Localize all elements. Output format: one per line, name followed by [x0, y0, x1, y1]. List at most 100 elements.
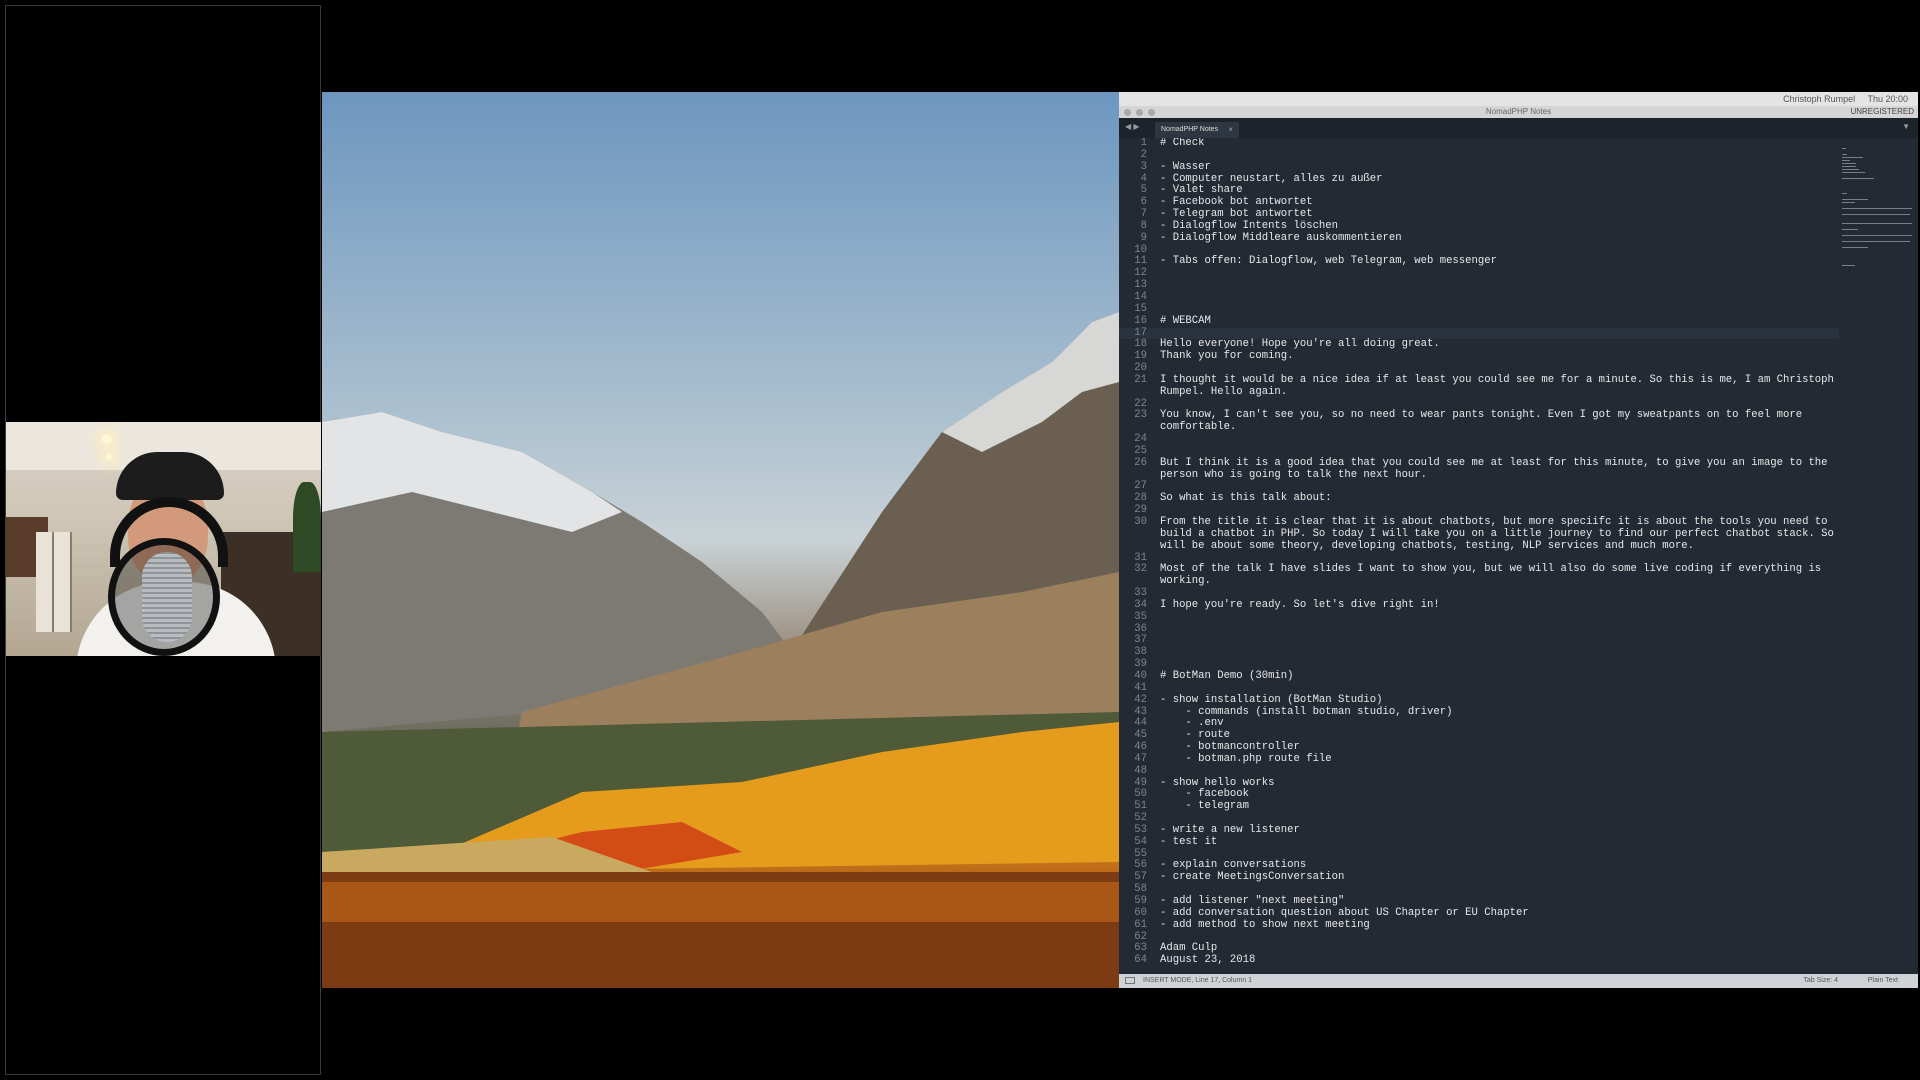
code-line[interactable]: 3 - Wasser [1119, 160, 1839, 174]
code-line[interactable]: 51 - telegram [1119, 800, 1839, 813]
line-number: 35 [1134, 610, 1147, 623]
code-line[interactable]: 41 [1119, 681, 1839, 695]
code-line[interactable]: 19 Thank you for coming. [1119, 350, 1839, 363]
code-line[interactable]: 2 [1119, 148, 1839, 162]
code-line[interactable]: working. [1119, 575, 1839, 588]
code-line[interactable]: 54 - test it [1119, 835, 1839, 849]
sublime-editor-window: NomadPHP Notes UNREGISTERED ◀ ▶ NomadPHP… [1119, 106, 1918, 988]
desktop-wallpaper [322, 92, 1119, 988]
code-line[interactable]: 9 - Dialogflow Middleare auskommentieren [1119, 232, 1839, 245]
code-line[interactable]: 43 - commands (install botman studio, dr… [1119, 706, 1839, 719]
line-number: 4 [1140, 172, 1147, 185]
line-number: 60 [1134, 906, 1147, 919]
unregistered-label: UNREGISTERED [1850, 107, 1914, 116]
window-title: NomadPHP Notes [1485, 107, 1552, 116]
code-line[interactable]: 48 [1119, 764, 1839, 778]
code-line[interactable]: 13 [1119, 279, 1839, 292]
microphone-icon [142, 552, 192, 642]
code-line[interactable]: 37 [1119, 635, 1839, 647]
line-text: - telegram [1160, 800, 1250, 813]
code-line[interactable]: 47 - botman.php route file [1119, 752, 1839, 766]
line-number: 48 [1134, 764, 1147, 777]
code-line[interactable]: 1 # Check [1119, 138, 1839, 150]
status-tab-size[interactable]: Tab Size: 4 [1803, 974, 1838, 988]
code-line[interactable]: 64 August 23, 2018 [1119, 954, 1839, 967]
code-line[interactable]: 26 But I think it is a good idea that you… [1119, 457, 1839, 470]
code-line[interactable]: 36 [1119, 623, 1839, 636]
code-line[interactable]: 57- create MeetingsConversation [1119, 871, 1839, 884]
code-line[interactable]: 53 - write a new listener [1119, 824, 1839, 837]
code-line[interactable]: 62 [1119, 931, 1839, 944]
code-line[interactable]: 24 [1119, 433, 1839, 446]
code-line[interactable]: 21 I thought it would be a nice idea if a… [1119, 374, 1839, 387]
code-line[interactable]: 35 [1119, 610, 1839, 624]
line-number: 54 [1134, 835, 1147, 848]
minimap-line [1842, 235, 1912, 236]
code-line[interactable]: build a chatbot in PHP. So today I will … [1119, 528, 1839, 541]
code-line[interactable]: Rumpel. Hello again. [1119, 385, 1839, 399]
code-line[interactable]: 34 I hope you're ready. So let's dive rig… [1119, 598, 1839, 612]
code-line[interactable]: 40 # BotMan Demo (30min) [1119, 669, 1839, 683]
wallpaper-mountains [322, 312, 1119, 988]
line-text: working. [1160, 575, 1211, 588]
code-area[interactable]: 1 # Check 2 3- Wasser 4- Computer neustart, … [1119, 138, 1839, 974]
line-number [1119, 387, 1160, 399]
line-text: - add conversation question about US Cha… [1160, 906, 1529, 919]
line-number: 2 [1140, 148, 1147, 161]
line-text: Most of the talk I have slides I want to… [1160, 563, 1822, 576]
code-line[interactable]: 11- Tabs offen: Dialogflow, web Telegram… [1119, 256, 1839, 268]
menubar-user[interactable]: Christoph Rumpel [1783, 94, 1855, 104]
minimap-line [1842, 202, 1855, 203]
code-line[interactable]: 12 [1119, 267, 1839, 280]
line-text: - test it [1160, 835, 1218, 848]
menubar-time[interactable]: Thu 20:00 [1867, 94, 1908, 104]
minimap-line [1842, 178, 1874, 179]
line-text: So what is this talk about: [1160, 492, 1332, 505]
mac-menubar: Christoph Rumpel Thu 20:00 [1119, 92, 1918, 106]
code-line[interactable]: comfortable. [1119, 421, 1839, 434]
code-line[interactable]: will be about some theory, developing ch… [1119, 539, 1839, 553]
line-text: person who is going to talk the next hou… [1160, 468, 1428, 481]
line-number: 41 [1134, 681, 1147, 694]
tab-nav-arrows-icon[interactable]: ◀ ▶ [1125, 122, 1140, 131]
code-line[interactable]: 61 - add method to show next meeting [1119, 919, 1839, 932]
line-text: will be about some theory, developing ch… [1160, 539, 1695, 552]
tab-bar: ◀ ▶ NomadPHP Notes × ▼ [1119, 118, 1918, 138]
code-line[interactable]: 38 [1119, 646, 1839, 659]
tab-menu-chevron-down-icon[interactable]: ▼ [1902, 122, 1910, 131]
minimap-line [1842, 229, 1859, 230]
panel-toggle-icon[interactable] [1125, 977, 1135, 984]
line-text: - Wasser [1160, 160, 1211, 173]
minimap-line [1842, 160, 1850, 161]
line-text: - create MeetingsConversation [1160, 871, 1345, 884]
code-line[interactable]: 25 [1119, 445, 1839, 458]
minimap-line [1842, 199, 1869, 200]
line-number: 32 [1134, 563, 1147, 576]
line-text: - Dialogflow Intents löschen [1160, 219, 1339, 232]
code-line[interactable]: 28 So what is this talk about: [1119, 492, 1839, 505]
line-number: 1 [1140, 138, 1147, 149]
line-number: 47 [1134, 752, 1147, 765]
status-syntax[interactable]: Plain Text [1868, 974, 1898, 988]
line-text: - botman.php route file [1160, 752, 1332, 765]
tab-close-icon[interactable]: × [1228, 122, 1233, 138]
code-line[interactable]: 60 - add conversation question about US C… [1119, 906, 1839, 920]
code-line[interactable]: 15 [1119, 303, 1839, 316]
line-number: 23 [1134, 409, 1147, 422]
tab-nomadphp-notes[interactable]: NomadPHP Notes × [1155, 122, 1239, 138]
line-text: Rumpel. Hello again. [1160, 385, 1288, 398]
minimap[interactable] [1842, 148, 1912, 278]
code-line[interactable]: 14 [1119, 291, 1839, 304]
line-text: August 23, 2018 [1160, 954, 1256, 967]
tab-label: NomadPHP Notes [1161, 126, 1219, 133]
line-text: # BotMan Demo (30min) [1160, 669, 1294, 682]
line-number: 34 [1134, 598, 1147, 611]
minimap-line [1842, 193, 1847, 194]
code-line[interactable]: person who is going to talk the next hou… [1119, 468, 1839, 482]
code-line[interactable]: 32 Most of the talk I have slides I want … [1119, 564, 1839, 576]
minimap-line [1842, 169, 1859, 170]
code-line[interactable]: 16 # WEBCAM [1119, 315, 1839, 328]
code-line[interactable]: 42 - show installation (BotMan Studio) [1119, 694, 1839, 707]
code-line[interactable]: 8 - Dialogflow Intents löschen [1119, 219, 1839, 233]
line-text: # Check [1160, 138, 1205, 149]
